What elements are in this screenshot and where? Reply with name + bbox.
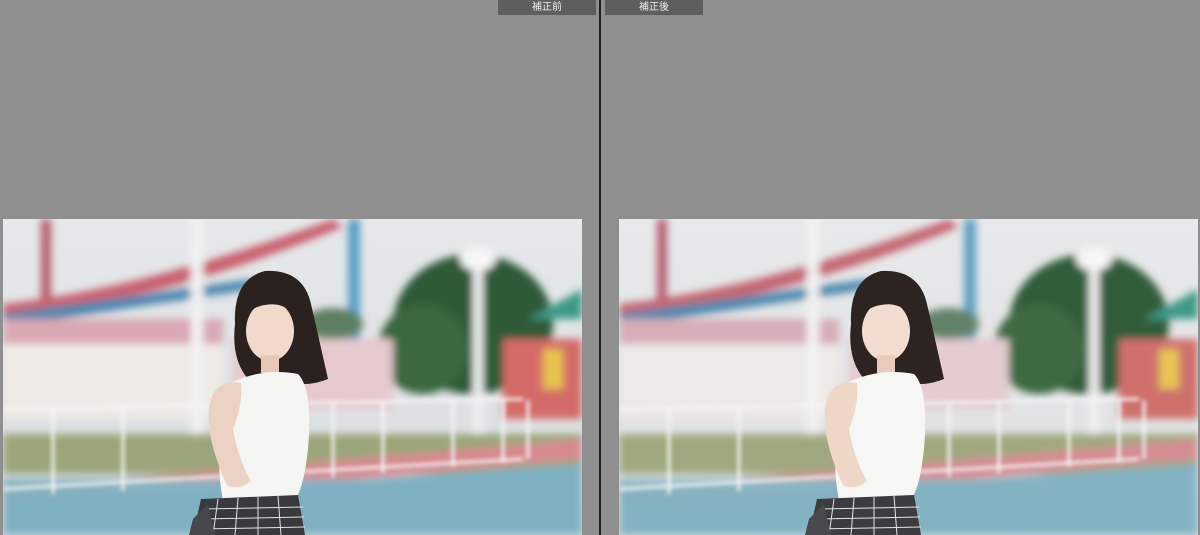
split-divider-line[interactable] xyxy=(599,0,601,535)
after-label-tab: 補正後 xyxy=(605,0,703,15)
before-pane: 補正前 xyxy=(0,0,597,535)
before-label-tab: 補正前 xyxy=(498,0,596,15)
before-after-compare-view: 補正前 補正後 xyxy=(0,0,1200,535)
after-photo xyxy=(619,219,1198,535)
before-photo xyxy=(3,219,582,535)
after-pane: 補正後 xyxy=(603,0,1200,535)
